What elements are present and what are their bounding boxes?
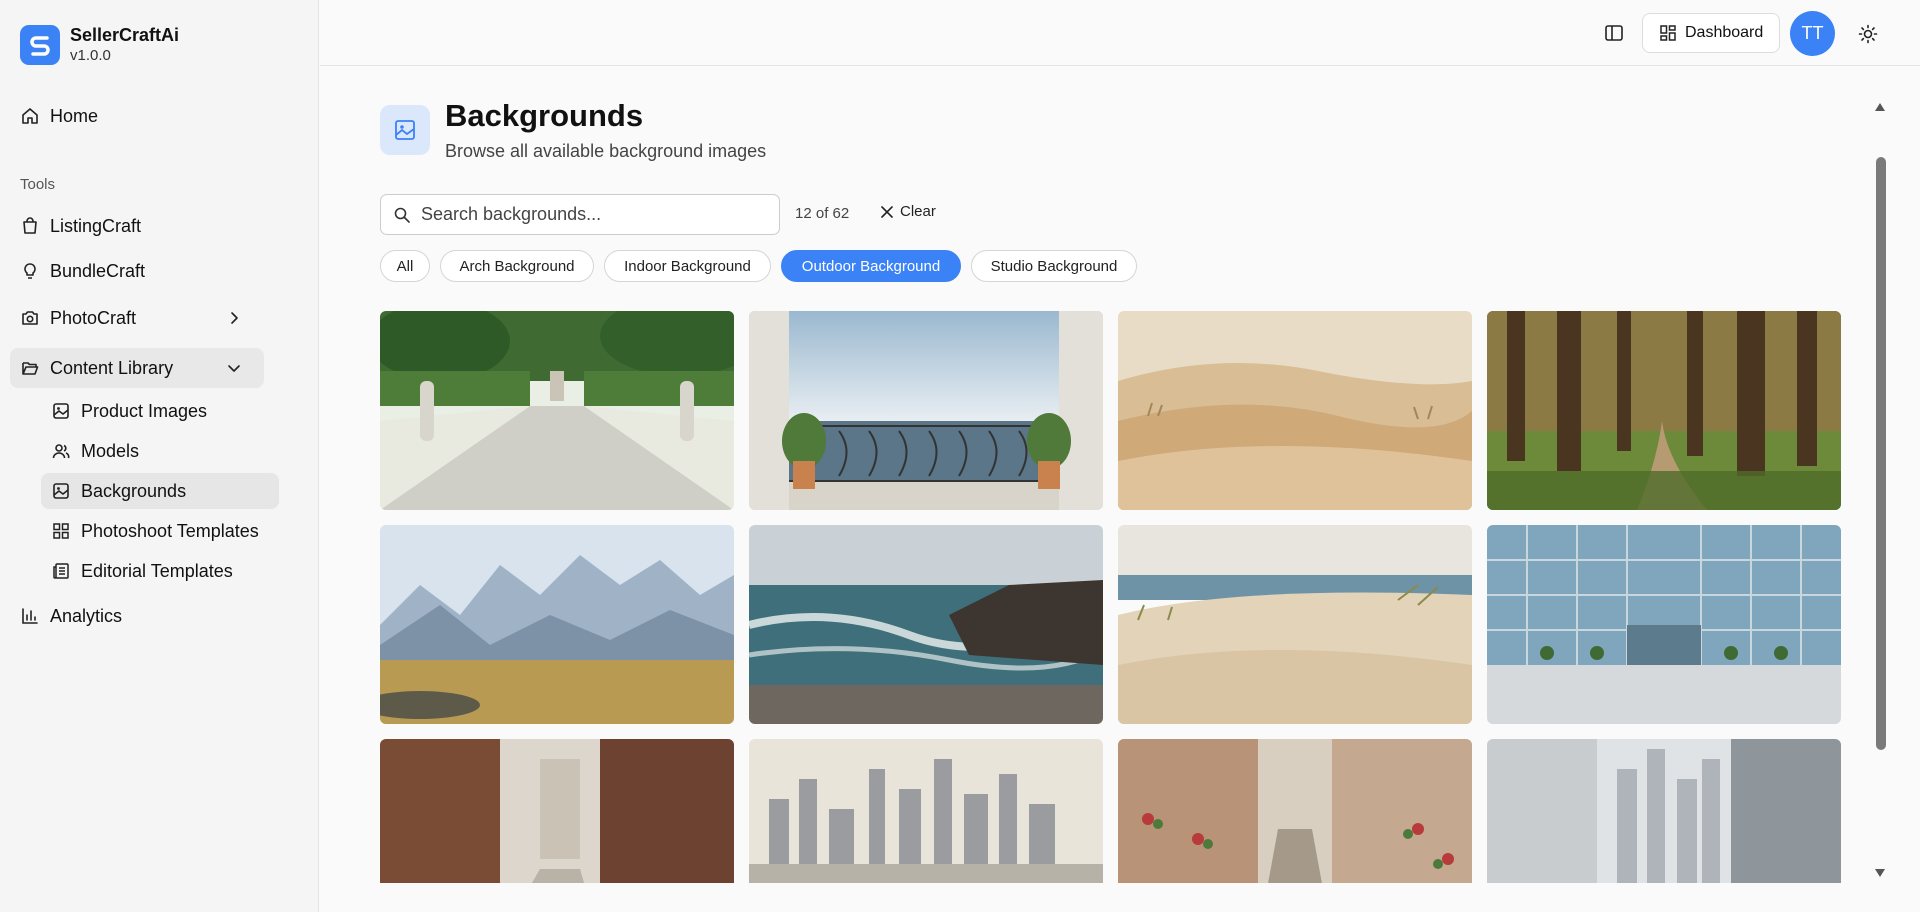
lightbulb-icon (20, 261, 40, 281)
image-icon (51, 401, 71, 421)
nav-home[interactable]: Home (10, 96, 264, 136)
nav-content-library[interactable]: Content Library (10, 348, 264, 388)
scrollbar-thumb[interactable] (1876, 157, 1886, 750)
gallery-tile-forest-path[interactable] (1487, 311, 1841, 510)
nav-listingcraft[interactable]: ListingCraft (10, 206, 264, 246)
filter-chip-all[interactable]: All (380, 250, 430, 282)
gallery-tile-mountain-meadow[interactable] (380, 525, 734, 724)
nav-listingcraft-label: ListingCraft (50, 215, 142, 236)
nav-analytics[interactable]: Analytics (10, 596, 264, 636)
scroll-up-arrow-icon[interactable] (1874, 100, 1886, 112)
folder-open-icon (20, 358, 40, 378)
dashboard-button-label: Dashboard (1685, 24, 1764, 41)
brick-alley-image (380, 739, 734, 883)
city-skyline-rooftop-image (749, 739, 1103, 883)
shopping-bag-icon (20, 216, 40, 236)
gallery-tile-beach-dunes[interactable] (1118, 525, 1472, 724)
nav-bundlecraft[interactable]: BundleCraft (10, 251, 264, 291)
garden-statues-image (380, 311, 734, 510)
gallery-tile-ocean-rocks[interactable] (749, 525, 1103, 724)
search-icon (393, 206, 411, 224)
forest-path-image (1487, 311, 1841, 510)
gallery-tile-balcony-sea-view[interactable] (749, 311, 1103, 510)
sidebar: SellerCraftAi v1.0.0 Home Tools ListingC… (0, 0, 319, 912)
filter-chip-indoor[interactable]: Indoor Background (604, 250, 771, 282)
nav-photocraft[interactable]: PhotoCraft (10, 298, 264, 338)
scroll-down-arrow-icon[interactable] (1874, 866, 1886, 878)
search-box[interactable] (380, 194, 780, 235)
clear-button[interactable]: Clear (880, 203, 936, 220)
backgrounds-header-image-icon (380, 105, 430, 155)
nav-bundlecraft-label: BundleCraft (50, 260, 146, 281)
page-title: Backgrounds (445, 98, 644, 133)
results-count: 12 of 62 (795, 205, 850, 222)
camera-icon (20, 308, 40, 328)
background-gallery (380, 311, 1842, 883)
sub-photoshoot-templates-label: Photoshoot Templates (81, 520, 259, 541)
sub-editorial-templates[interactable]: Editorial Templates (41, 553, 279, 589)
gallery-tile-desert-dunes[interactable] (1118, 311, 1472, 510)
dashboard-button[interactable]: Dashboard (1642, 13, 1780, 53)
users-icon (51, 441, 71, 461)
sub-models-label: Models (81, 440, 140, 461)
filter-chip-outdoor[interactable]: Outdoor Background (781, 250, 961, 282)
nav-home-label: Home (50, 105, 99, 126)
modern-city-street-image (1487, 739, 1841, 883)
page-subtitle: Browse all available background images (445, 141, 767, 161)
newspaper-icon (51, 561, 71, 581)
layout-grid-icon (1659, 24, 1677, 42)
nav-analytics-label: Analytics (50, 605, 123, 626)
sub-product-images-label: Product Images (81, 400, 208, 421)
tools-section-label: Tools (20, 176, 56, 193)
gallery-tile-city-skyline-rooftop[interactable] (749, 739, 1103, 883)
app-name: SellerCraftAi (70, 25, 180, 45)
balcony-sea-view-image (749, 311, 1103, 510)
sub-photoshoot-templates[interactable]: Photoshoot Templates (41, 513, 279, 549)
search-input[interactable] (421, 204, 761, 225)
sellercraft-logo-icon (20, 25, 60, 65)
gallery-tile-modern-city-street[interactable] (1487, 739, 1841, 883)
image-icon (51, 481, 71, 501)
home-icon (20, 106, 40, 126)
gallery-tile-garden-statues[interactable] (380, 311, 734, 510)
clear-button-label: Clear (900, 203, 936, 220)
beach-dunes-image (1118, 525, 1472, 724)
sub-backgrounds[interactable]: Backgrounds (41, 473, 279, 509)
topbar: Dashboard TT (320, 0, 1920, 66)
filter-chip-arch[interactable]: Arch Background (440, 250, 594, 282)
gallery-tile-brick-alley[interactable] (380, 739, 734, 883)
sub-editorial-templates-label: Editorial Templates (81, 560, 233, 581)
nav-content-library-label: Content Library (50, 357, 174, 378)
gallery-tile-glass-building-plaza[interactable] (1487, 525, 1841, 724)
glass-building-plaza-image (1487, 525, 1841, 724)
chevron-right-icon[interactable] (224, 308, 244, 328)
brand[interactable]: SellerCraftAi v1.0.0 (20, 24, 179, 66)
sub-models[interactable]: Models (41, 433, 279, 469)
filter-chip-studio[interactable]: Studio Background (971, 250, 1137, 282)
ocean-rocks-image (749, 525, 1103, 724)
old-town-street-image (1118, 739, 1472, 883)
user-avatar[interactable]: TT (1790, 11, 1835, 56)
sub-backgrounds-label: Backgrounds (81, 480, 187, 501)
sidebar-toggle-icon[interactable] (1602, 21, 1626, 45)
sub-product-images[interactable]: Product Images (41, 393, 279, 429)
nav-photocraft-label: PhotoCraft (50, 307, 137, 328)
mountain-meadow-image (380, 525, 734, 724)
bar-chart-icon (20, 606, 40, 626)
chevron-down-icon[interactable] (224, 358, 244, 378)
desert-dunes-image (1118, 311, 1472, 510)
sun-icon[interactable] (1856, 22, 1880, 46)
close-icon (880, 205, 894, 219)
grid-icon (51, 521, 71, 541)
gallery-tile-old-town-street[interactable] (1118, 739, 1472, 883)
app-version: v1.0.0 (70, 47, 111, 64)
